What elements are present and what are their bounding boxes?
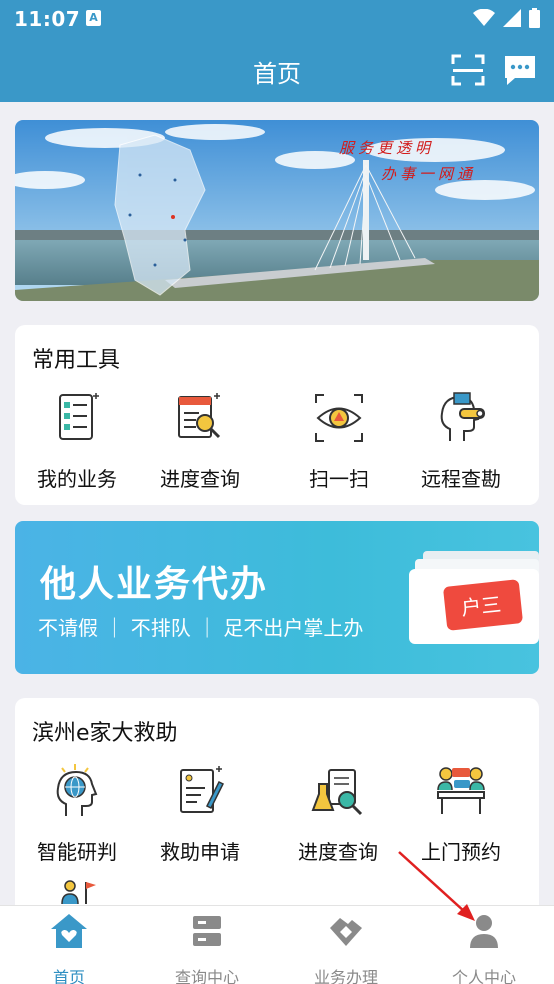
meeting-icon <box>437 767 485 814</box>
tool-remote-survey[interactable]: 远程查勘 <box>401 389 521 492</box>
banner-slogan-1: 服务更透明 <box>339 139 435 157</box>
tool-label: 我的业务 <box>37 467 117 491</box>
document-search-icon <box>178 393 221 439</box>
system-icons <box>473 8 540 28</box>
rescue-apply[interactable]: 救助申请 <box>140 762 260 865</box>
banner-slogan-2: 办事一网通 <box>381 165 477 183</box>
app-header: 首页 <box>0 38 554 102</box>
tool-progress-query[interactable]: 进度查询 <box>140 389 260 492</box>
proxy-service-banner[interactable]: 他人业务代办 不请假 ｜ 不排队 ｜ 足不出户掌上办 户三 <box>15 521 539 674</box>
rescue-card-title: 滨州e家大救助 <box>32 721 178 746</box>
battery-icon <box>529 8 540 28</box>
tools-card: 常用工具 我的业务 进度查询 扫一扫 远程查勘 <box>15 325 539 505</box>
form-pen-icon <box>180 766 225 813</box>
home-banner[interactable]: 服务更透明 办事一网通 <box>15 120 539 301</box>
status-bar: 11:07 A <box>0 0 554 38</box>
notification-a-icon: A <box>86 10 101 26</box>
checklist-icon <box>59 393 99 440</box>
handshake-icon <box>330 918 362 946</box>
server-icon <box>193 916 221 946</box>
annotation-arrow <box>398 851 475 921</box>
tab-label: 个人中心 <box>451 968 516 984</box>
tool-label: 救助申请 <box>160 840 240 864</box>
promo-subtitle: 不请假 ｜ 不排队 ｜ 足不出户掌上办 <box>38 616 364 640</box>
globe-head-icon <box>56 764 98 816</box>
tab-query-center[interactable]: 查询中心 <box>147 912 267 984</box>
promo-card-text: 户三 <box>460 592 502 620</box>
message-icon[interactable] <box>503 54 537 86</box>
tab-label: 业务办理 <box>313 968 378 984</box>
home-icon <box>51 914 87 948</box>
tool-label: 扫一扫 <box>309 467 369 491</box>
tab-home[interactable]: 首页 <box>9 912 129 984</box>
rescue-progress-query[interactable]: 进度查询 <box>278 762 398 865</box>
tab-label: 首页 <box>52 968 85 984</box>
status-time: 11:07 <box>14 7 81 31</box>
scan-icon[interactable] <box>451 54 485 86</box>
tool-label: 进度查询 <box>160 467 240 491</box>
tab-business[interactable]: 业务办理 <box>286 912 406 984</box>
eye-scan-icon <box>315 394 363 442</box>
remote-survey-icon <box>440 392 485 441</box>
promo-title: 他人业务代办 <box>40 564 269 605</box>
tool-label: 远程查勘 <box>421 467 501 491</box>
banner-image <box>15 120 539 301</box>
tool-my-business[interactable]: 我的业务 <box>17 389 137 492</box>
signal-icon <box>503 9 521 27</box>
tab-label: 查询中心 <box>174 968 239 984</box>
wifi-icon <box>473 9 495 26</box>
rescue-smart-judge[interactable]: 智能研判 <box>17 762 137 865</box>
household-card-icon: 户三 <box>409 551 539 644</box>
tool-label: 智能研判 <box>37 840 117 864</box>
tool-label: 进度查询 <box>298 840 378 864</box>
lab-flask-icon <box>311 769 363 816</box>
tools-card-title: 常用工具 <box>32 348 121 373</box>
tool-scan[interactable]: 扫一扫 <box>279 389 399 492</box>
